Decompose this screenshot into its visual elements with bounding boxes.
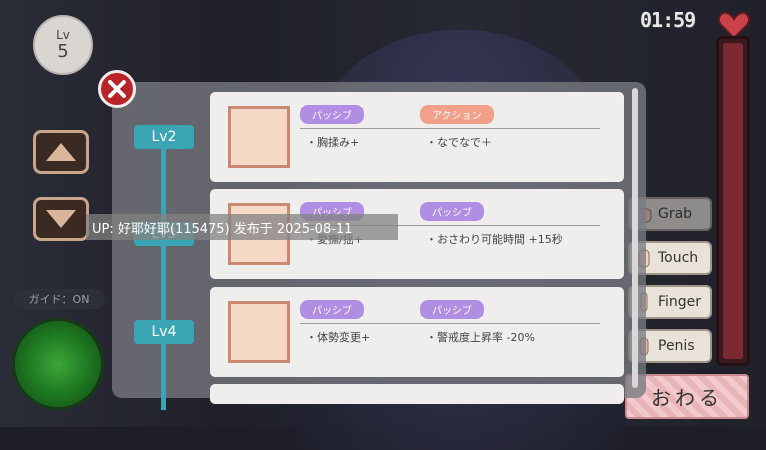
grab-label: Grab — [658, 206, 693, 222]
skill-entry: パッシブ ・警戒度上昇率 -20% — [420, 299, 606, 345]
close-icon — [108, 80, 126, 98]
timer: 01:59 — [640, 8, 696, 32]
passive-tag: パッシブ — [300, 300, 364, 319]
skill-card-lv2: パッシブ ・胸揉み+ アクション ・なでなで＋ — [210, 92, 624, 182]
level-value: 5 — [57, 41, 69, 62]
skill-description: ・警戒度上昇率 -20% — [426, 331, 535, 344]
skill-description: ・なでなで＋ — [426, 136, 492, 149]
scroll-up-button[interactable] — [33, 130, 89, 174]
passive-tag: パッシブ — [420, 300, 484, 319]
penis-label: Penis — [658, 338, 695, 354]
arousal-gauge — [716, 36, 750, 366]
skill-description: ・おさわり可能時間 +15秒 — [426, 233, 563, 246]
upload-watermark: UP: 好耶好耶(115475) 发布于 2025-08-11 — [86, 214, 398, 240]
passive-tag: パッシブ — [420, 202, 484, 221]
touch-label: Touch — [658, 250, 699, 266]
skill-thumbnail — [228, 301, 290, 363]
close-button[interactable] — [98, 70, 136, 108]
skill-card-lv4: パッシブ ・体勢変更+ パッシブ ・警戒度上昇率 -20% — [210, 287, 624, 377]
scroll-down-button[interactable] — [33, 197, 89, 241]
level-tag-lv2: Lv2 — [134, 125, 194, 149]
level-badge: Lv 5 — [33, 15, 93, 75]
skill-entry: パッシブ ・おさわり可能時間 +15秒 — [420, 201, 606, 247]
skill-entry: アクション ・なでなで＋ — [420, 104, 606, 150]
gauge-fill — [723, 43, 743, 359]
skill-thumbnail — [228, 106, 290, 168]
arrow-down-icon — [46, 210, 76, 228]
radar-icon — [12, 318, 104, 410]
action-tag: アクション — [420, 105, 494, 124]
skill-card-next — [210, 384, 624, 404]
level-tag-lv4: Lv4 — [134, 320, 194, 344]
arrow-up-icon — [46, 143, 76, 161]
panel-scrollbar[interactable] — [632, 88, 638, 388]
passive-tag: パッシブ — [300, 105, 364, 124]
guide-toggle[interactable]: ガイド：ON — [13, 289, 105, 309]
level-label: Lv — [56, 28, 70, 42]
level-timeline — [161, 130, 166, 410]
finger-label: Finger — [658, 294, 702, 310]
